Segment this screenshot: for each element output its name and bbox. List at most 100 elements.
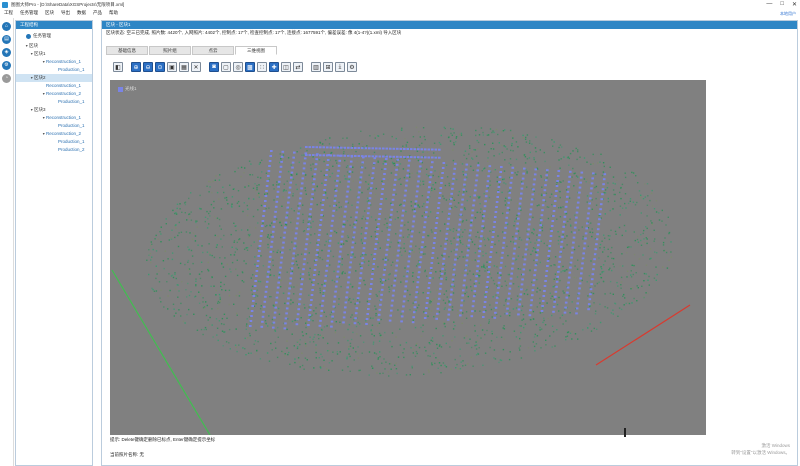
layers-icon[interactable]: ◈ <box>2 48 11 57</box>
tab[interactable]: 基础信息 <box>106 46 148 55</box>
zoom-fit-icon[interactable]: ⊙ <box>155 62 165 72</box>
tree-item-label: Production_1 <box>58 123 85 128</box>
close-button[interactable]: ✕ <box>792 1 797 8</box>
view-toolbar: ◧ ⊕ ⊖ ⊙ ▣ ▦ ✕ ◙ ▢ ◎ ▩ ∷ ✚ ◫ ⇄ ▥ ⊞ ⤓ ⚙ <box>113 62 357 74</box>
tree-item-label: Reconstruction_1 <box>46 59 82 64</box>
menu-item[interactable]: 帮助 <box>109 10 118 16</box>
cube-icon[interactable]: ◫ <box>281 62 291 72</box>
clock-icon[interactable]: ◔ <box>2 74 11 83</box>
tree-item-label: 区块2 <box>34 75 46 80</box>
tree-item[interactable]: Production_1 <box>16 66 92 74</box>
tree-item[interactable]: Production_1 <box>16 122 92 130</box>
tree-item[interactable]: Production_1 <box>16 98 92 106</box>
tab[interactable]: 三维视图 <box>235 46 277 55</box>
tree-item[interactable]: ▼区块3 <box>16 106 92 114</box>
tree-item-label: Reconstruction_1 <box>46 115 82 120</box>
add-icon[interactable]: ✚ <box>269 62 279 72</box>
export-icon[interactable]: ⤓ <box>335 62 345 72</box>
select-icon[interactable]: ▣ <box>167 62 177 72</box>
tree-item[interactable]: ▼Reconstruction_2 <box>16 90 92 98</box>
measure-icon[interactable]: ⊞ <box>323 62 333 72</box>
tree-item-label: Reconstruction_2 <box>46 91 82 96</box>
zoom-in-icon[interactable]: ⊕ <box>131 62 141 72</box>
tree-item-label: 区块 <box>29 43 38 48</box>
tree-item[interactable]: ▼区块 <box>16 42 92 50</box>
toolbar-separator <box>203 62 207 74</box>
maximize-button[interactable]: □ <box>780 1 784 8</box>
menu-item[interactable]: 导出 <box>61 10 70 16</box>
camera-icon[interactable]: ◧ <box>113 62 123 72</box>
point-cloud-scene[interactable] <box>110 80 706 435</box>
minimize-button[interactable]: — <box>766 1 772 8</box>
tree-item[interactable]: Production_2 <box>16 146 92 154</box>
tree-item-label: 区块3 <box>34 107 46 112</box>
menu-item[interactable]: 任务管理 <box>20 10 38 16</box>
tree-item[interactable]: ▼Reconstruction_2 <box>16 130 92 138</box>
block-tabs: 基础信息 照片组 点云 三维视图 <box>106 46 277 55</box>
menu-item[interactable]: 产品 <box>93 10 102 16</box>
project-tree: ▼区块 ▼区块1 ▼Reconstruction_1 Production_1 ▼区块2… <box>16 42 92 154</box>
tree-item-label: Production_2 <box>58 147 85 152</box>
menu-item[interactable]: 数据 <box>77 10 86 16</box>
title-bar: 图图大师Pro - [D:\ShareData\XGSProjects\无限项目… <box>0 0 800 9</box>
tile-icon[interactable]: ▥ <box>311 62 321 72</box>
app-logo-icon <box>2 1 8 8</box>
tree-item[interactable]: ▼Reconstruction_1 <box>16 114 92 122</box>
link-icon[interactable]: ⇄ <box>293 62 303 72</box>
tree-panel-header: 工程结构 <box>16 21 92 29</box>
task-manage-label: 任务管理 <box>33 33 51 38</box>
project-tree-panel: 工程结构 任务管理 ▼区块 ▼区块1 ▼Reconstruction_1 Produc… <box>15 20 93 466</box>
tree-item-label: Production_1 <box>58 139 85 144</box>
watermark-line1: 激活 Windows <box>761 443 790 448</box>
left-rail: ⌂ ▤ ◈ ⚙ ◔ <box>0 18 14 466</box>
image-icon[interactable]: ▦ <box>179 62 189 72</box>
grid-icon[interactable]: ▩ <box>245 62 255 72</box>
settings-icon[interactable]: ⚙ <box>347 62 357 72</box>
task-manage-button[interactable]: 任务管理 <box>26 33 92 39</box>
target-icon[interactable]: ◎ <box>233 62 243 72</box>
tree-item-label: Production_1 <box>58 67 85 72</box>
tab[interactable]: 点云 <box>192 46 234 55</box>
block-panel-header: 区块 - 区块1 <box>102 21 797 29</box>
axis-y-line <box>111 269 211 435</box>
status-hint: 提示: Delete键确定删除已标点, Enter键确定提示坐标 <box>110 437 216 442</box>
camera-legend-label: 光线1 <box>125 86 137 91</box>
settings-icon[interactable]: ⚙ <box>2 61 11 70</box>
watermark-line2: 转到"设置"以激活 Windows。 <box>731 450 790 455</box>
camera-positions <box>249 146 607 330</box>
status-selection: 当前照片名称: 无 <box>110 452 144 457</box>
tree-item[interactable]: ▼区块2 <box>16 74 92 82</box>
frame-icon[interactable]: ▢ <box>221 62 231 72</box>
block-info-line: 区块状态: 空三已完成, 照片数: 4420个, 入网照片: 4402个, 控制… <box>106 30 402 35</box>
toolbar-separator <box>125 62 129 74</box>
zoom-out-icon[interactable]: ⊖ <box>143 62 153 72</box>
axis-x-line <box>595 304 691 366</box>
tree-item-label: 区块1 <box>34 51 46 56</box>
menu-bar: 工程 任务管理 区块 导出 数据 产品 帮助 <box>0 9 800 17</box>
tree-item[interactable]: Production_1 <box>16 138 92 146</box>
window-title: 图图大师Pro - [D:\ShareData\XGSProjects\无限项目… <box>11 1 125 7</box>
delete-icon[interactable]: ✕ <box>191 62 201 72</box>
tree-item[interactable]: ▼Reconstruction_1 <box>16 58 92 66</box>
camera-legend: 光线1 <box>118 86 137 92</box>
toolbar-separator <box>305 62 309 74</box>
menu-item[interactable]: 工程 <box>4 10 13 16</box>
camera-swatch-icon <box>118 86 123 92</box>
tree-item-label: Reconstruction_1 <box>46 83 82 88</box>
windows-activation-watermark: 激活 Windows 转到"设置"以激活 Windows。 <box>731 442 790 456</box>
tree-item[interactable]: ▼区块1 <box>16 50 92 58</box>
3d-viewport[interactable] <box>110 80 706 435</box>
tree-item[interactable]: Reconstruction_1 <box>16 82 92 90</box>
points-icon[interactable]: ∷ <box>257 62 267 72</box>
tree-item-label: Production_1 <box>58 99 85 104</box>
mouse-cursor-icon <box>624 428 626 437</box>
window-controls: — □ ✕ <box>766 1 797 8</box>
task-icon <box>26 33 31 39</box>
user-label[interactable]: 本地用户 <box>780 11 796 17</box>
tree-item-label: Reconstruction_2 <box>46 131 82 136</box>
tab[interactable]: 照片组 <box>149 46 191 55</box>
folder-icon[interactable]: ▤ <box>2 35 11 44</box>
menu-item[interactable]: 区块 <box>45 10 54 16</box>
photo-icon[interactable]: ◙ <box>209 62 219 72</box>
home-icon[interactable]: ⌂ <box>2 22 11 31</box>
